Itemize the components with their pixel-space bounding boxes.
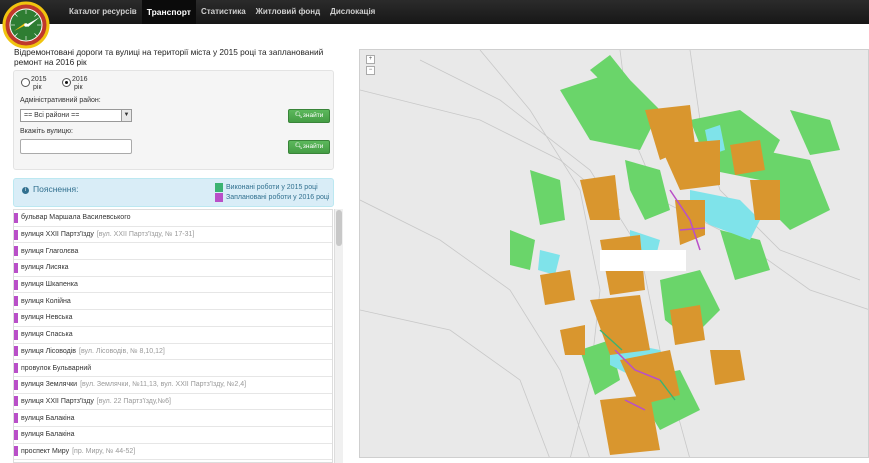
list-item[interactable]: вулиця Лісоводів [вул. Лісоводів, № 8,10,… xyxy=(14,344,332,361)
search-icon: 🔍︎ xyxy=(294,143,303,150)
legend-planned: Заплановані роботи у 2016 році xyxy=(215,193,329,202)
legend-planned-swatch xyxy=(215,193,223,202)
nav-item-statistics[interactable]: Статистика xyxy=(196,0,251,24)
street-name: вулиця XXII Партз'їзду xyxy=(21,231,94,239)
planned-marker xyxy=(14,312,18,323)
street-name: вулиця Балакіна xyxy=(21,414,75,422)
street-name: вулиця Шкапенка xyxy=(21,281,78,289)
list-item[interactable]: вулиця Балакіна xyxy=(14,410,332,427)
planned-marker xyxy=(14,446,18,457)
compass-logo-icon[interactable] xyxy=(2,1,50,49)
street-address: [вул. Лісоводів, № 8,10,12] xyxy=(79,347,165,355)
street-input[interactable] xyxy=(20,139,132,154)
district-select[interactable]: == Всі райони == ▼ xyxy=(20,109,132,122)
legend-done: Виконані роботи у 2015 році xyxy=(215,183,318,192)
list-item[interactable]: бульвар Маршала Василевського xyxy=(14,210,332,227)
scrollbar-thumb[interactable] xyxy=(336,210,342,246)
year-2015-radio[interactable]: 2015 рік xyxy=(21,76,47,92)
planned-marker xyxy=(14,396,18,407)
list-item[interactable]: вулиця Невська xyxy=(14,310,332,327)
street-name: проспект Миру xyxy=(21,447,70,455)
street-name: вулиця Лісоводів xyxy=(21,347,77,355)
street-address: [вул. XXII Партз'їзду, № 17-31] xyxy=(96,231,195,239)
list-item[interactable]: вулиця XXII Партз'їзду [вул. 22 Партз'їзд… xyxy=(14,394,332,411)
legend-done-swatch xyxy=(215,183,223,192)
list-item[interactable]: вулиця Балакіна xyxy=(14,427,332,444)
street-address: [вул. 22 Партз'їзду,№6] xyxy=(96,397,171,405)
street-name: вулиця Землячки xyxy=(21,381,78,389)
planned-marker xyxy=(14,363,18,374)
district-label: Адміністративний район: xyxy=(20,97,101,104)
left-panel: Відремонтовані дороги та вулиці на терит… xyxy=(12,47,343,463)
list-item[interactable]: вулиця Шкапенка xyxy=(14,277,332,294)
page-title: Відремонтовані дороги та вулиці на терит… xyxy=(14,47,324,67)
street-label: Вкажіть вулицю: xyxy=(20,128,73,135)
street-name: вулиця XXII Партз'їзду xyxy=(21,397,94,405)
search-icon: 🔍︎ xyxy=(294,112,303,119)
planned-marker xyxy=(14,379,18,390)
top-navbar: Каталог ресурсів Транспорт Статистика Жи… xyxy=(0,0,869,24)
street-name: провулок Бульварний xyxy=(21,364,92,372)
planned-marker xyxy=(14,296,18,307)
find-street-button[interactable]: 🔍︎знайти xyxy=(288,140,330,154)
street-name: вулиця Балакіна xyxy=(21,431,75,439)
list-item[interactable]: проспект Миру [пр. Миру, № 44-52] xyxy=(14,444,332,461)
list-item[interactable]: провулок Бульварний xyxy=(14,360,332,377)
street-list: бульвар Маршала Василевського вулиця XXII… xyxy=(13,209,333,463)
planned-marker xyxy=(14,346,18,357)
list-item[interactable]: вулиця Спаська xyxy=(14,327,332,344)
search-form: 2015 рік 2016 рік Адміністративний район… xyxy=(13,70,334,170)
info-icon: i xyxy=(22,187,29,194)
planned-marker xyxy=(14,212,18,223)
street-address: [пр. Миру, № 44-52] xyxy=(72,447,136,455)
nav-menu: Каталог ресурсів Транспорт Статистика Жи… xyxy=(64,0,380,24)
nav-item-housing[interactable]: Житловий фонд xyxy=(251,0,326,24)
city-map[interactable]: + − xyxy=(359,49,869,458)
street-name: вулиця Колійна xyxy=(21,297,71,305)
find-district-button[interactable]: 🔍︎знайти xyxy=(288,109,330,123)
map-label-box xyxy=(600,250,686,271)
street-name: вулиця Лисяка xyxy=(21,264,69,272)
planned-marker xyxy=(14,229,18,240)
nav-item-transport[interactable]: Транспорт xyxy=(141,0,196,24)
list-item[interactable]: вулиця Землячки [вул. Землячки, №11,13, в… xyxy=(14,377,332,394)
nav-item-dislocation[interactable]: Дислокація xyxy=(325,0,380,24)
radio-checked-icon xyxy=(62,78,71,87)
street-name: вулиця Спаська xyxy=(21,331,73,339)
planned-marker xyxy=(14,429,18,440)
dropdown-arrow-icon[interactable]: ▼ xyxy=(121,110,131,121)
zoom-out-button[interactable]: − xyxy=(366,66,375,75)
planned-marker xyxy=(14,279,18,290)
street-name: вулиця Невська xyxy=(21,314,73,322)
radio-circle-icon xyxy=(21,78,30,87)
legend-box: i Пояснення: Виконані роботи у 2015 році … xyxy=(13,178,334,207)
legend-title: i Пояснення: xyxy=(22,184,78,194)
nav-item-resources-catalog[interactable]: Каталог ресурсів xyxy=(64,0,142,24)
street-name: бульвар Маршала Василевського xyxy=(21,214,131,222)
year-2016-radio[interactable]: 2016 рік xyxy=(62,76,88,92)
planned-marker xyxy=(14,413,18,424)
planned-marker xyxy=(14,262,18,273)
list-item[interactable]: вулиця Глаголєва xyxy=(14,243,332,261)
planned-marker xyxy=(14,329,18,340)
zoom-in-button[interactable]: + xyxy=(366,55,375,64)
street-name: вулиця Глаголєва xyxy=(21,247,79,255)
street-address: [вул. Землячки, №11,13, вул. XXII Партз'… xyxy=(80,381,247,389)
planned-marker xyxy=(14,246,18,257)
list-item[interactable]: вулиця Колійна xyxy=(14,293,332,311)
street-list-scrollbar[interactable] xyxy=(334,209,343,463)
list-item[interactable]: вулиця XXII Партз'їзду [вул. XXII Партз'ї… xyxy=(14,227,332,244)
list-item[interactable]: вулиця Лисяка xyxy=(14,260,332,277)
